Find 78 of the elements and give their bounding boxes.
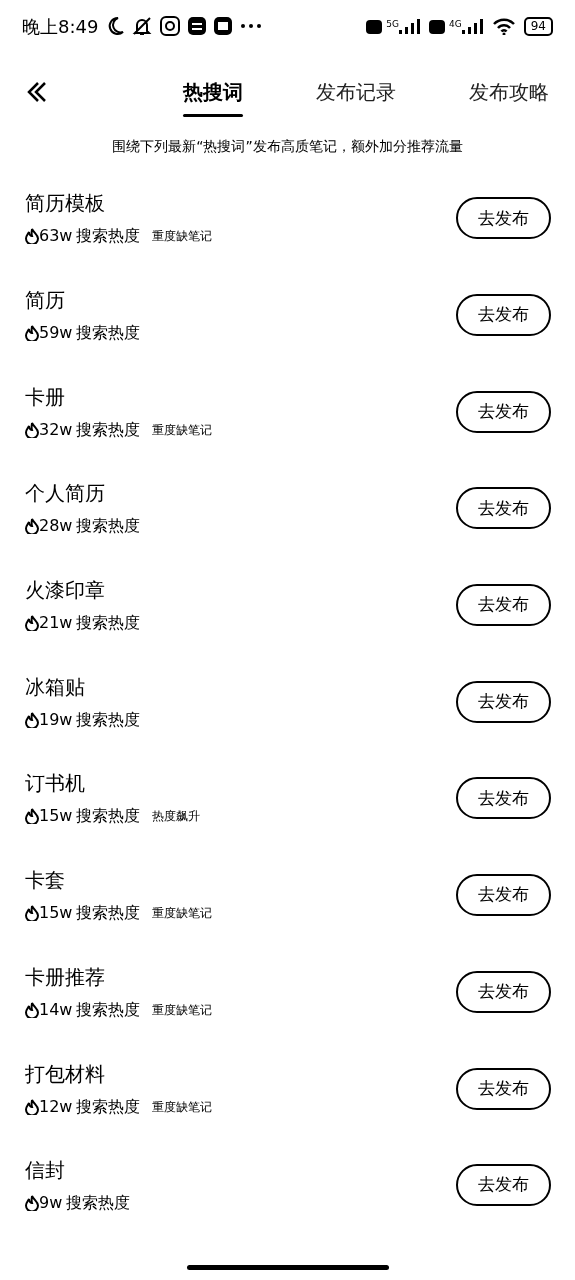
app-icon bbox=[188, 17, 207, 35]
keyword-tag: 重度缺笔记 bbox=[152, 903, 213, 924]
signal-icon bbox=[399, 18, 421, 34]
heat-value: 63w bbox=[39, 226, 73, 247]
publish-button[interactable]: 去发布 bbox=[456, 390, 551, 433]
flame-icon bbox=[25, 615, 39, 632]
heat-value: 9w bbox=[39, 1193, 63, 1214]
heat-label: 搜索热度 bbox=[76, 999, 141, 1020]
heat-value: 32w bbox=[39, 419, 73, 440]
network-label: 4G bbox=[449, 18, 462, 31]
clock: 晚上8:49 bbox=[22, 14, 99, 39]
keyword-title: 冰箱贴 bbox=[25, 673, 86, 700]
heat-label: 搜索热度 bbox=[76, 323, 141, 344]
flame-icon bbox=[25, 228, 39, 245]
tab[interactable]: 发布记录 bbox=[316, 71, 396, 113]
heat-label: 搜索热度 bbox=[76, 419, 141, 440]
keyword-title: 卡册 bbox=[25, 383, 66, 410]
keyword-title: 卡册推荐 bbox=[25, 963, 106, 990]
heat-value: 15w bbox=[39, 806, 73, 827]
publish-button[interactable]: 去发布 bbox=[456, 487, 551, 530]
flame-icon bbox=[25, 808, 39, 825]
publish-button[interactable]: 去发布 bbox=[456, 197, 551, 240]
more-icon bbox=[240, 23, 263, 29]
flame-icon bbox=[25, 421, 39, 438]
heat-label: 搜索热度 bbox=[76, 516, 141, 537]
flame-icon bbox=[25, 325, 39, 342]
publish-button[interactable]: 去发布 bbox=[456, 1164, 551, 1207]
heat-value: 59w bbox=[39, 323, 73, 344]
publish-button[interactable]: 去发布 bbox=[456, 777, 551, 820]
app-icon bbox=[214, 17, 233, 35]
heat-label: 搜索热度 bbox=[76, 613, 141, 634]
flame-icon bbox=[25, 518, 39, 535]
flame-icon bbox=[25, 1195, 39, 1212]
heat-value: 19w bbox=[39, 709, 73, 730]
network-label: 5G bbox=[386, 18, 399, 31]
keyword-title: 卡套 bbox=[25, 867, 66, 894]
publish-button[interactable]: 去发布 bbox=[456, 1067, 551, 1110]
signal-icon bbox=[461, 18, 484, 34]
flame-icon bbox=[25, 1098, 39, 1115]
bell-off-icon bbox=[132, 16, 153, 36]
heat-label: 搜索热度 bbox=[76, 226, 141, 247]
heat-value: 28w bbox=[39, 516, 73, 537]
keyword-title: 个人简历 bbox=[25, 480, 106, 507]
wifi-icon bbox=[491, 17, 516, 35]
heat-value: 21w bbox=[39, 613, 73, 634]
flame-icon bbox=[25, 905, 39, 922]
heat-value: 12w bbox=[39, 1096, 73, 1117]
battery-indicator: 94 bbox=[523, 16, 553, 36]
heat-value: 14w bbox=[39, 999, 73, 1020]
flame-icon bbox=[25, 711, 39, 728]
heat-label: 搜索热度 bbox=[66, 1193, 131, 1214]
publish-button[interactable]: 去发布 bbox=[456, 584, 551, 627]
publish-button[interactable]: 去发布 bbox=[456, 874, 551, 917]
heat-label: 搜索热度 bbox=[76, 903, 141, 924]
keyword-title: 简历 bbox=[25, 287, 66, 314]
keyword-tag: 热度飙升 bbox=[152, 806, 201, 827]
keyword-tag: 重度缺笔记 bbox=[152, 419, 213, 440]
keyword-title: 火漆印章 bbox=[25, 577, 106, 604]
heat-label: 搜索热度 bbox=[76, 1096, 141, 1117]
publish-button[interactable]: 去发布 bbox=[456, 970, 551, 1013]
keyword-title: 订书机 bbox=[25, 770, 86, 797]
banner-text: 围绕下列最新“热搜词”发布高质笔记，额外加分推荐流量 bbox=[111, 137, 464, 156]
back-button[interactable] bbox=[26, 80, 48, 104]
heat-label: 搜索热度 bbox=[76, 709, 141, 730]
moon-icon bbox=[106, 16, 125, 36]
publish-button[interactable]: 去发布 bbox=[456, 680, 551, 723]
keyword-title: 打包材料 bbox=[25, 1060, 106, 1087]
keyword-tag: 重度缺笔记 bbox=[152, 999, 213, 1020]
publish-button[interactable]: 去发布 bbox=[456, 294, 551, 337]
keyword-title: 简历模板 bbox=[25, 190, 106, 217]
keyword-tag: 重度缺笔记 bbox=[152, 1096, 213, 1117]
heat-value: 15w bbox=[39, 903, 73, 924]
app-icon bbox=[160, 16, 181, 36]
keyword-tag: 重度缺笔记 bbox=[152, 226, 213, 247]
flame-icon bbox=[25, 1001, 39, 1018]
heat-label: 搜索热度 bbox=[76, 806, 141, 827]
tab[interactable]: 发布攻略 bbox=[469, 71, 549, 113]
keyword-title: 信封 bbox=[25, 1157, 66, 1184]
